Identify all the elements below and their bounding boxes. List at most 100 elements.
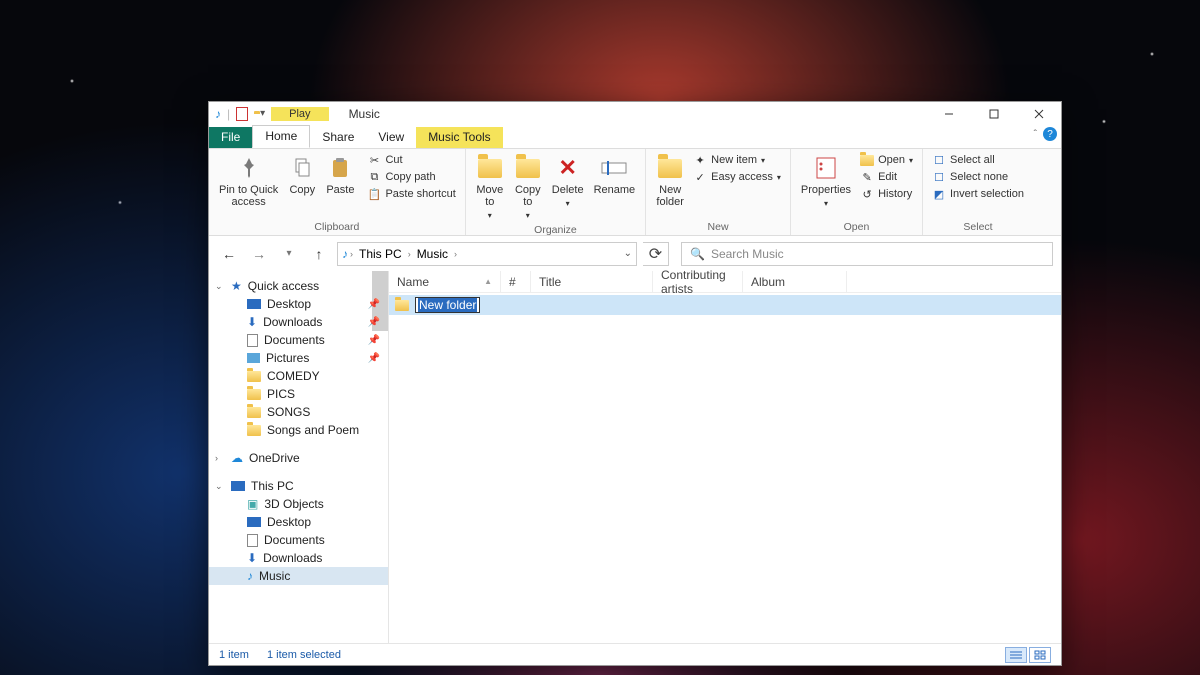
nav-onedrive[interactable]: ›☁OneDrive — [209, 449, 388, 467]
column-headers: Name▲ # Title Contributing artists Album — [389, 271, 1061, 293]
col-number[interactable]: # — [501, 271, 531, 292]
invert-selection-button[interactable]: ◩Invert selection — [929, 186, 1027, 202]
history-button[interactable]: ↺History — [857, 186, 916, 202]
col-title[interactable]: Title — [531, 271, 653, 292]
col-name[interactable]: Name▲ — [389, 271, 501, 292]
music-icon: ♪ — [215, 107, 221, 121]
star-icon: ★ — [231, 279, 242, 293]
col-album[interactable]: Album — [743, 271, 847, 292]
nav-pc-desktop[interactable]: Desktop — [209, 513, 388, 531]
delete-button[interactable]: ✕Delete▾ — [548, 152, 588, 212]
paste-button[interactable]: Paste — [322, 152, 358, 198]
nav-back-button[interactable]: ← — [217, 246, 241, 262]
nav-recent-button[interactable]: ▾ — [277, 248, 301, 259]
paste-shortcut-button[interactable]: 📋Paste shortcut — [364, 186, 458, 202]
folder-icon — [247, 371, 261, 382]
file-list[interactable]: New folder — [389, 293, 1061, 643]
select-all-button[interactable]: ☐Select all — [929, 152, 1027, 168]
thumbnails-view-button[interactable] — [1029, 647, 1051, 663]
close-button[interactable] — [1016, 103, 1061, 125]
nav-downloads[interactable]: ⬇Downloads📌 — [209, 313, 388, 331]
search-icon: 🔍 — [690, 247, 705, 261]
copy-path-button[interactable]: ⧉Copy path — [364, 169, 458, 185]
window-title: Music — [349, 107, 380, 121]
search-input[interactable]: 🔍 Search Music — [681, 242, 1053, 266]
pin-icon: 📌 — [368, 335, 380, 346]
music-icon: ♪ — [247, 569, 253, 583]
nav-pc-music[interactable]: ♪Music — [209, 567, 388, 585]
properties-button[interactable]: Properties▾ — [797, 152, 855, 212]
navigation-pane[interactable]: ⌄★Quick access Desktop📌 ⬇Downloads📌 Docu… — [209, 271, 389, 643]
tab-music-tools[interactable]: Music Tools — [416, 127, 502, 148]
rename-button[interactable]: Rename — [590, 152, 640, 198]
edit-button[interactable]: ✎Edit — [857, 169, 916, 185]
rename-input[interactable]: New folder — [415, 297, 480, 313]
nav-pc-documents[interactable]: Documents — [209, 531, 388, 549]
move-to-button[interactable]: Move to▾ — [472, 152, 508, 224]
pin-icon: 📌 — [368, 317, 380, 328]
open-icon — [860, 153, 874, 167]
ribbon-collapse-icon[interactable]: ˆ — [1034, 129, 1037, 140]
chevron-right-icon[interactable]: › — [348, 249, 355, 259]
address-dropdown-icon[interactable]: ⌄ — [624, 248, 632, 259]
select-none-button[interactable]: ☐Select none — [929, 169, 1027, 185]
open-button[interactable]: Open▾ — [857, 152, 916, 168]
maximize-button[interactable] — [971, 103, 1016, 125]
pin-to-quick-access-button[interactable]: Pin to Quick access — [215, 152, 282, 210]
delete-icon: ✕ — [554, 154, 582, 182]
tab-home[interactable]: Home — [252, 125, 310, 148]
nav-up-button[interactable]: ↑ — [307, 246, 331, 262]
list-item[interactable]: New folder — [389, 295, 1061, 315]
breadcrumb[interactable]: ♪ › This PC › Music › ⌄ — [337, 242, 637, 266]
search-placeholder: Search Music — [711, 247, 784, 261]
copy-to-icon — [514, 154, 542, 182]
copy-button[interactable]: Copy — [284, 152, 320, 198]
minimize-button[interactable] — [926, 103, 971, 125]
cut-button[interactable]: ✂Cut — [364, 152, 458, 168]
ribbon-group-open: Properties▾ Open▾ ✎Edit ↺History Open — [791, 149, 923, 235]
new-doc-icon[interactable] — [236, 107, 248, 121]
nav-documents[interactable]: Documents📌 — [209, 331, 388, 349]
new-folder-icon — [656, 154, 684, 182]
copy-path-icon: ⧉ — [367, 170, 381, 184]
breadcrumb-music[interactable]: Music — [413, 247, 452, 261]
nav-quick-access[interactable]: ⌄★Quick access — [209, 277, 388, 295]
new-item-button[interactable]: ✦New item▾ — [690, 152, 784, 168]
tab-share[interactable]: Share — [310, 127, 366, 148]
easy-access-button[interactable]: ✓Easy access▾ — [690, 169, 784, 185]
chevron-right-icon[interactable]: › — [452, 249, 459, 259]
new-folder-button[interactable]: New folder — [652, 152, 688, 210]
nav-pc-downloads[interactable]: ⬇Downloads — [209, 549, 388, 567]
chevron-right-icon[interactable]: › — [406, 249, 413, 259]
desktop-icon — [247, 517, 261, 527]
pin-icon — [235, 154, 263, 182]
help-icon[interactable]: ? — [1043, 127, 1057, 141]
nav-this-pc[interactable]: ⌄This PC — [209, 477, 388, 495]
downloads-icon: ⬇ — [247, 551, 257, 565]
expand-icon[interactable]: › — [215, 453, 218, 463]
context-tab-header: Play — [271, 107, 328, 121]
nav-songs[interactable]: SONGS — [209, 403, 388, 421]
nav-pics[interactable]: PICS — [209, 385, 388, 403]
3d-objects-icon: ▣ — [247, 497, 258, 511]
nav-3d-objects[interactable]: ▣3D Objects — [209, 495, 388, 513]
copy-to-button[interactable]: Copy to▾ — [510, 152, 546, 224]
nav-pictures[interactable]: Pictures📌 — [209, 349, 388, 367]
nav-forward-button[interactable]: → — [247, 246, 271, 262]
nav-desktop[interactable]: Desktop📌 — [209, 295, 388, 313]
status-count: 1 item — [219, 649, 249, 661]
details-view-button[interactable] — [1005, 647, 1027, 663]
nav-songs-and-poems[interactable]: Songs and Poem — [209, 421, 388, 439]
collapse-icon[interactable]: ⌄ — [215, 281, 223, 292]
ribbon-group-organize: Move to▾ Copy to▾ ✕Delete▾ Rename Organi… — [466, 149, 646, 235]
ribbon-group-new: New folder ✦New item▾ ✓Easy access▾ New — [646, 149, 791, 235]
tab-view[interactable]: View — [366, 127, 416, 148]
tab-file[interactable]: File — [209, 127, 252, 148]
titlebar[interactable]: ♪ | ▾ Play Music — [209, 102, 1061, 125]
qat-overflow-icon[interactable]: ▾ — [260, 108, 265, 119]
collapse-icon[interactable]: ⌄ — [215, 481, 223, 492]
breadcrumb-this-pc[interactable]: This PC — [355, 247, 406, 261]
nav-comedy[interactable]: COMEDY — [209, 367, 388, 385]
refresh-button[interactable]: ⟳ — [643, 242, 669, 266]
col-artists[interactable]: Contributing artists — [653, 271, 743, 292]
